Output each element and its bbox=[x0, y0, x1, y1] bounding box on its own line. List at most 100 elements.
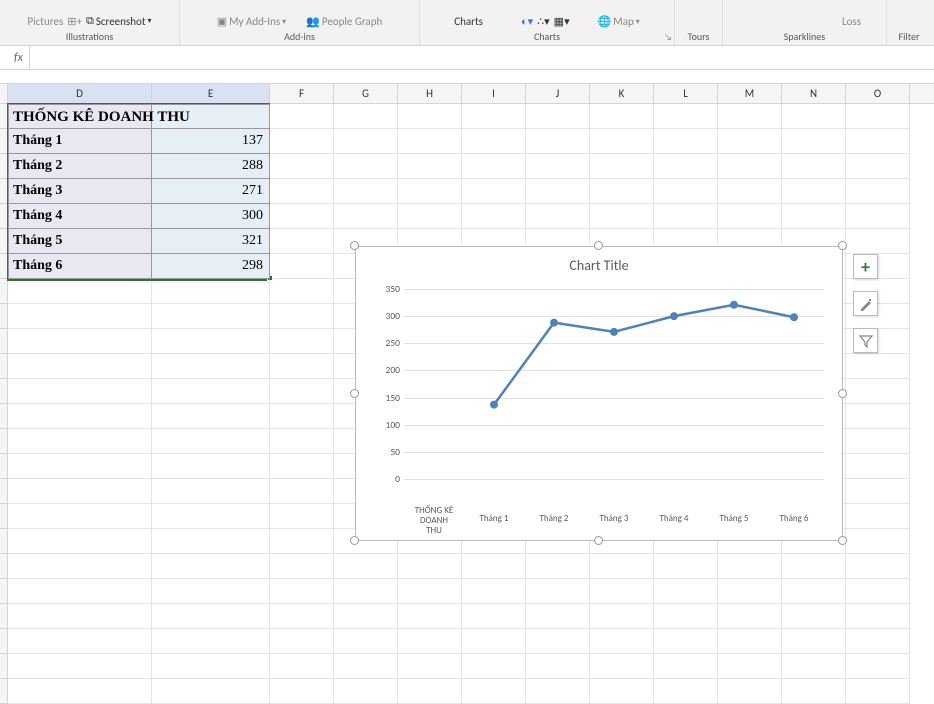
cell[interactable] bbox=[462, 104, 526, 129]
cell[interactable] bbox=[270, 479, 334, 504]
cell[interactable] bbox=[270, 579, 334, 604]
cell[interactable] bbox=[526, 679, 590, 704]
cell[interactable] bbox=[590, 679, 654, 704]
col-header-d[interactable]: D bbox=[8, 84, 152, 103]
cell[interactable] bbox=[846, 354, 910, 379]
col-header-m[interactable]: M bbox=[718, 84, 782, 103]
cell[interactable] bbox=[718, 654, 782, 679]
cell[interactable] bbox=[782, 179, 846, 204]
cell[interactable] bbox=[782, 104, 846, 129]
cell[interactable] bbox=[526, 654, 590, 679]
cell[interactable] bbox=[846, 379, 910, 404]
cell[interactable] bbox=[152, 429, 270, 454]
col-header-k[interactable]: K bbox=[590, 84, 654, 103]
surface-chart-icon[interactable]: ▦▾ bbox=[554, 15, 570, 28]
cell[interactable] bbox=[270, 379, 334, 404]
cell[interactable] bbox=[270, 354, 334, 379]
cell[interactable] bbox=[654, 604, 718, 629]
cell[interactable] bbox=[462, 679, 526, 704]
cell[interactable] bbox=[270, 279, 334, 304]
chart-object[interactable]: Chart Title 050100150200250300350 THỐNG … bbox=[355, 246, 843, 541]
cell[interactable] bbox=[334, 179, 398, 204]
cell[interactable] bbox=[590, 204, 654, 229]
pictures-button[interactable]: Pictures bbox=[27, 15, 63, 28]
cell[interactable] bbox=[8, 379, 152, 404]
cell[interactable] bbox=[462, 204, 526, 229]
chart-resize-handle[interactable] bbox=[350, 389, 359, 398]
cell[interactable] bbox=[8, 329, 152, 354]
table-row-label[interactable]: Tháng 1 bbox=[8, 129, 152, 154]
sparkline-loss-button[interactable]: Loss bbox=[842, 15, 861, 28]
pie-chart-icon[interactable]: ◐▾ bbox=[521, 15, 533, 28]
chart-resize-handle[interactable] bbox=[594, 241, 603, 250]
cell[interactable] bbox=[846, 604, 910, 629]
cell[interactable] bbox=[8, 504, 152, 529]
cell[interactable] bbox=[270, 404, 334, 429]
cell[interactable] bbox=[846, 454, 910, 479]
chart-resize-handle[interactable] bbox=[594, 536, 603, 545]
col-header-e[interactable]: E bbox=[152, 84, 270, 103]
cell[interactable] bbox=[590, 104, 654, 129]
cell[interactable] bbox=[846, 129, 910, 154]
cell[interactable] bbox=[782, 579, 846, 604]
col-header-j[interactable]: J bbox=[526, 84, 590, 103]
cell[interactable] bbox=[462, 129, 526, 154]
cell[interactable] bbox=[526, 204, 590, 229]
chart-styles-button[interactable] bbox=[853, 291, 878, 316]
cell[interactable] bbox=[526, 179, 590, 204]
cell[interactable] bbox=[334, 204, 398, 229]
cell[interactable] bbox=[718, 154, 782, 179]
cell[interactable] bbox=[782, 154, 846, 179]
cell[interactable] bbox=[462, 629, 526, 654]
scatter-chart-icon[interactable]: ∴▾ bbox=[537, 15, 550, 28]
cell[interactable] bbox=[334, 104, 398, 129]
cell[interactable] bbox=[846, 554, 910, 579]
cell[interactable] bbox=[526, 154, 590, 179]
cell[interactable] bbox=[654, 654, 718, 679]
cell[interactable] bbox=[398, 679, 462, 704]
cell[interactable] bbox=[718, 629, 782, 654]
cell[interactable] bbox=[152, 554, 270, 579]
cell[interactable] bbox=[782, 204, 846, 229]
cell[interactable] bbox=[398, 654, 462, 679]
cell[interactable] bbox=[846, 104, 910, 129]
cell[interactable] bbox=[398, 179, 462, 204]
cell[interactable] bbox=[526, 629, 590, 654]
cell[interactable] bbox=[846, 629, 910, 654]
cell[interactable] bbox=[152, 279, 270, 304]
cell[interactable] bbox=[270, 204, 334, 229]
chart-elements-button[interactable]: + bbox=[853, 254, 878, 279]
table-row-value[interactable]: 271 bbox=[152, 179, 270, 204]
cell[interactable] bbox=[270, 454, 334, 479]
cell[interactable] bbox=[654, 154, 718, 179]
cell[interactable] bbox=[526, 579, 590, 604]
cell[interactable] bbox=[654, 129, 718, 154]
cell[interactable] bbox=[590, 579, 654, 604]
cell[interactable] bbox=[152, 379, 270, 404]
chart-filter-button[interactable] bbox=[853, 328, 878, 353]
cell[interactable] bbox=[270, 329, 334, 354]
table-row-value[interactable]: 137 bbox=[152, 129, 270, 154]
cell[interactable] bbox=[8, 429, 152, 454]
cell[interactable] bbox=[152, 629, 270, 654]
cell[interactable] bbox=[846, 529, 910, 554]
cell[interactable] bbox=[526, 604, 590, 629]
cell[interactable] bbox=[8, 604, 152, 629]
cell[interactable] bbox=[846, 179, 910, 204]
cell[interactable] bbox=[270, 554, 334, 579]
cell[interactable] bbox=[152, 529, 270, 554]
cell[interactable] bbox=[8, 579, 152, 604]
col-header-f[interactable]: F bbox=[270, 84, 334, 103]
cell[interactable] bbox=[152, 454, 270, 479]
cell[interactable] bbox=[846, 479, 910, 504]
cell[interactable] bbox=[590, 629, 654, 654]
cell[interactable] bbox=[782, 679, 846, 704]
cell[interactable] bbox=[334, 129, 398, 154]
cell[interactable] bbox=[718, 554, 782, 579]
cell[interactable] bbox=[334, 604, 398, 629]
cell[interactable] bbox=[526, 104, 590, 129]
cell[interactable] bbox=[782, 554, 846, 579]
cell[interactable] bbox=[654, 104, 718, 129]
cell[interactable] bbox=[8, 654, 152, 679]
cell[interactable] bbox=[398, 579, 462, 604]
